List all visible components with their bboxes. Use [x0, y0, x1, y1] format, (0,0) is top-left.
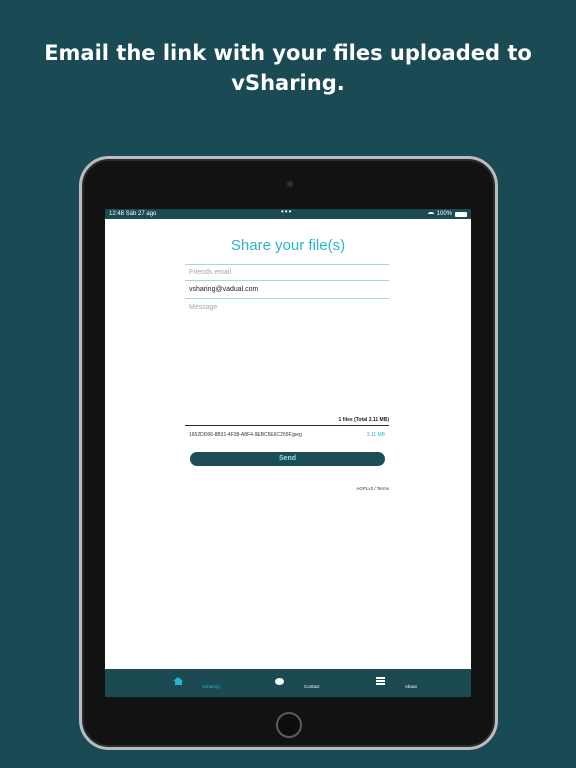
camera-icon: [287, 181, 293, 187]
tablet-frame: 12:48 Sáb 27 ago ••• 100% Share your fil…: [79, 156, 498, 750]
menu-icon: [376, 676, 385, 687]
battery-icon: [455, 211, 467, 217]
tab-vsharing[interactable]: vSharing: [173, 669, 220, 697]
home-icon: [173, 677, 183, 685]
license-terms-link[interactable]: AGPLv3 / Terms: [356, 486, 389, 491]
files-summary: 1 files (Total 3.11 MB): [185, 416, 389, 426]
status-time: 12:48 Sáb 27 ago: [109, 211, 157, 217]
file-size: 3.11 MB: [366, 432, 385, 438]
tab-label: About: [405, 683, 417, 689]
tab-bar: vSharing Contact About: [105, 669, 471, 697]
tab-label: vSharing: [202, 683, 220, 689]
status-right: 100%: [427, 209, 467, 219]
headline: Email the link with your files uploaded …: [44, 41, 532, 95]
app-screen: 12:48 Sáb 27 ago ••• 100% Share your fil…: [105, 209, 471, 697]
tab-about[interactable]: About: [376, 669, 417, 697]
battery-percent: 100%: [436, 211, 452, 217]
file-row[interactable]: 1652DD66-8B31-4F38-A8F4-9EBC5E6C255F.jpe…: [189, 431, 385, 439]
tab-label: Contact: [304, 683, 320, 689]
status-bar: 12:48 Sáb 27 ago ••• 100%: [105, 209, 471, 219]
friends-email-input[interactable]: Friends email: [185, 264, 389, 281]
tab-contact[interactable]: Contact: [275, 669, 320, 697]
file-name: 1652DD66-8B31-4F38-A8F4-9EBC5E6C255F.jpe…: [189, 432, 302, 438]
home-button[interactable]: [276, 712, 302, 738]
send-button[interactable]: Send: [190, 452, 385, 466]
sender-email-input[interactable]: vsharing@vadual.com: [185, 282, 389, 299]
message-input[interactable]: Message: [185, 300, 389, 317]
page-title: Share your file(s): [230, 237, 346, 254]
chat-icon: [275, 677, 284, 685]
status-dots: •••: [281, 209, 293, 216]
wifi-icon: [427, 212, 434, 216]
